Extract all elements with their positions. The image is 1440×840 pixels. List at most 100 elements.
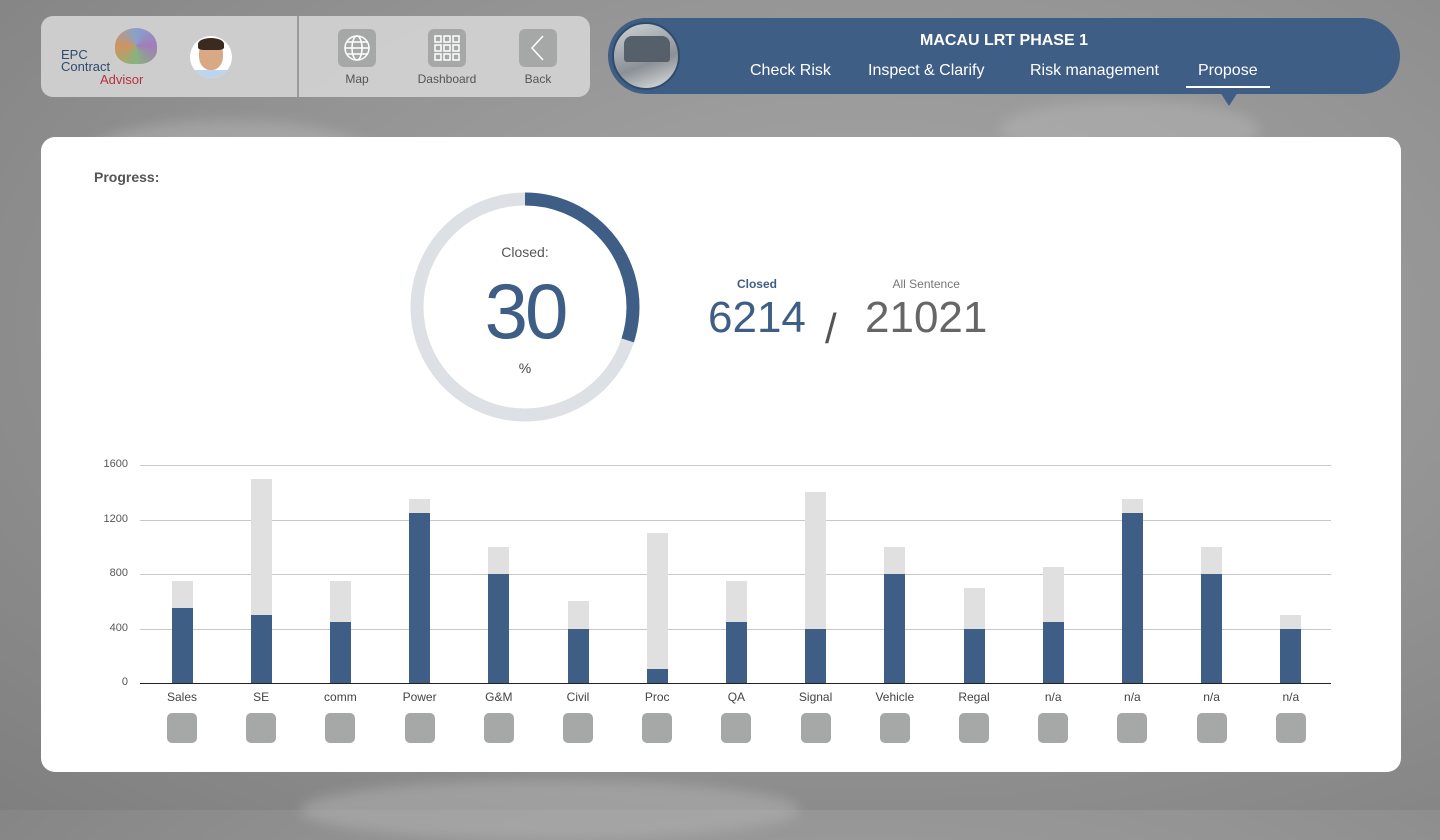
category-filter-button[interactable] [642,713,673,743]
bar-closed[interactable] [567,628,589,683]
x-tick-label: Vehicle [875,690,915,704]
chevron-left-icon [519,29,557,67]
x-tick-label: n/a [1044,690,1062,704]
category-filter-button[interactable] [721,713,752,743]
bar-remaining[interactable] [488,546,510,574]
x-tick-label: G&M [485,690,513,704]
bar-closed[interactable] [409,512,431,683]
category-filter-button[interactable] [879,713,910,743]
category-filter-button[interactable] [167,713,197,743]
x-tick-label: n/a [1203,690,1220,704]
bar-remaining[interactable] [646,533,668,670]
bar-closed[interactable] [725,621,747,683]
x-tick-label: Civil [566,690,590,704]
category-filter-button[interactable] [325,713,356,743]
closed-heading: Closed [736,277,777,291]
bar-closed[interactable] [1042,621,1064,683]
epc-contract-advisor-logo: EPC Contract Advisor [57,28,157,86]
gridline [140,465,1331,466]
x-tick-label: Power [402,690,437,704]
bar-remaining[interactable] [329,580,351,622]
closed-value: 6214 [708,293,806,342]
bar-closed[interactable] [805,628,827,683]
bar-remaining[interactable] [884,546,906,574]
bar-remaining[interactable] [805,492,827,629]
user-avatar[interactable] [190,36,232,78]
count-separator: / [825,305,837,352]
all-sentence-heading: All Sentence [892,277,960,291]
x-tick-label: Proc [644,690,670,704]
bar-closed[interactable] [488,574,510,683]
bar-remaining[interactable] [963,587,985,629]
donut-percent-value: 30 [484,267,569,355]
category-filter-button[interactable] [246,713,277,743]
x-tick-label: Signal [798,690,833,704]
x-tick-label: n/a [1282,690,1300,704]
all-sentence-count: All Sentence 21021 [865,277,987,343]
category-filter-button[interactable] [563,713,593,743]
y-tick-label: 0 [121,676,128,688]
all-sentence-value: 21021 [865,293,988,342]
category-filter-button[interactable] [800,713,831,743]
y-tick-label: 800 [109,567,128,579]
category-filter-button[interactable] [1275,713,1306,743]
y-tick-label: 1600 [103,458,128,470]
y-tick-label: 400 [109,621,128,634]
tab-inspect-clarify[interactable]: Inspect & Clarify [868,62,984,80]
bar-closed[interactable] [1201,574,1223,683]
bar-closed[interactable] [329,621,351,683]
x-tick-label: n/a [1124,690,1141,704]
donut-closed-label: Closed: [501,244,549,260]
bar-closed[interactable] [1121,512,1143,683]
grid-icon [428,29,466,67]
x-tick-label: Regal [958,690,990,704]
bar-remaining[interactable] [171,580,193,609]
toolbar-divider [297,16,299,97]
tab-risk-management[interactable]: Risk management [1030,62,1159,80]
bar-remaining[interactable] [409,499,431,513]
bar-closed[interactable] [646,669,668,683]
category-filter-button[interactable] [959,713,989,743]
map-button[interactable]: Map [317,29,397,86]
back-label: Back [524,72,552,86]
globe-icon [338,29,376,67]
progress-heading: Progress: [94,169,160,185]
x-tick-label: Sales [166,690,198,704]
category-filter-button[interactable] [1196,713,1227,743]
closed-count: Closed 6214 [708,277,806,343]
category-filter-button[interactable] [1117,713,1148,743]
bar-remaining[interactable] [1201,546,1223,574]
map-label: Map [345,72,369,86]
category-filter-button[interactable] [483,713,514,743]
gridline [140,519,1331,521]
bar-remaining[interactable] [1280,614,1302,629]
bar-closed[interactable] [884,574,906,683]
dashboard-button[interactable]: Dashboard [407,29,487,86]
back-button[interactable]: Back [498,29,578,86]
project-title: MACAU LRT PHASE 1 [919,32,1088,49]
progress-card: Progress: Closed: 30 % Closed 6214 / All… [41,137,1401,772]
logo-line3: Advisor [100,72,144,87]
gridline [140,683,1331,684]
progress-donut: Closed: 30 % [410,192,640,422]
category-filter-button[interactable] [1038,713,1069,743]
bar-closed[interactable] [1280,628,1302,683]
bar-remaining[interactable] [1042,567,1064,622]
bar-remaining[interactable] [725,580,747,622]
gridline [140,574,1331,575]
category-filter-button[interactable] [404,713,435,743]
donut-percent-sign: % [518,360,532,376]
tab-propose[interactable]: Propose [1186,62,1270,88]
bar-closed[interactable] [250,614,272,683]
bar-closed[interactable] [963,628,985,683]
bar-remaining[interactable] [567,601,589,629]
bar-remaining[interactable] [1121,499,1143,513]
project-header: MACAU LRT PHASE 1 Check Risk Inspect & C… [608,18,1400,106]
bar-remaining[interactable] [250,478,272,615]
tab-check-risk[interactable]: Check Risk [750,62,831,80]
top-left-toolbar: EPC Contract Advisor Map Dashboard Back [41,16,590,97]
bar-closed[interactable] [171,608,193,683]
y-tick-label: 1200 [103,512,128,525]
dashboard-label: Dashboard [417,72,477,86]
x-tick-label: QA [727,690,746,704]
